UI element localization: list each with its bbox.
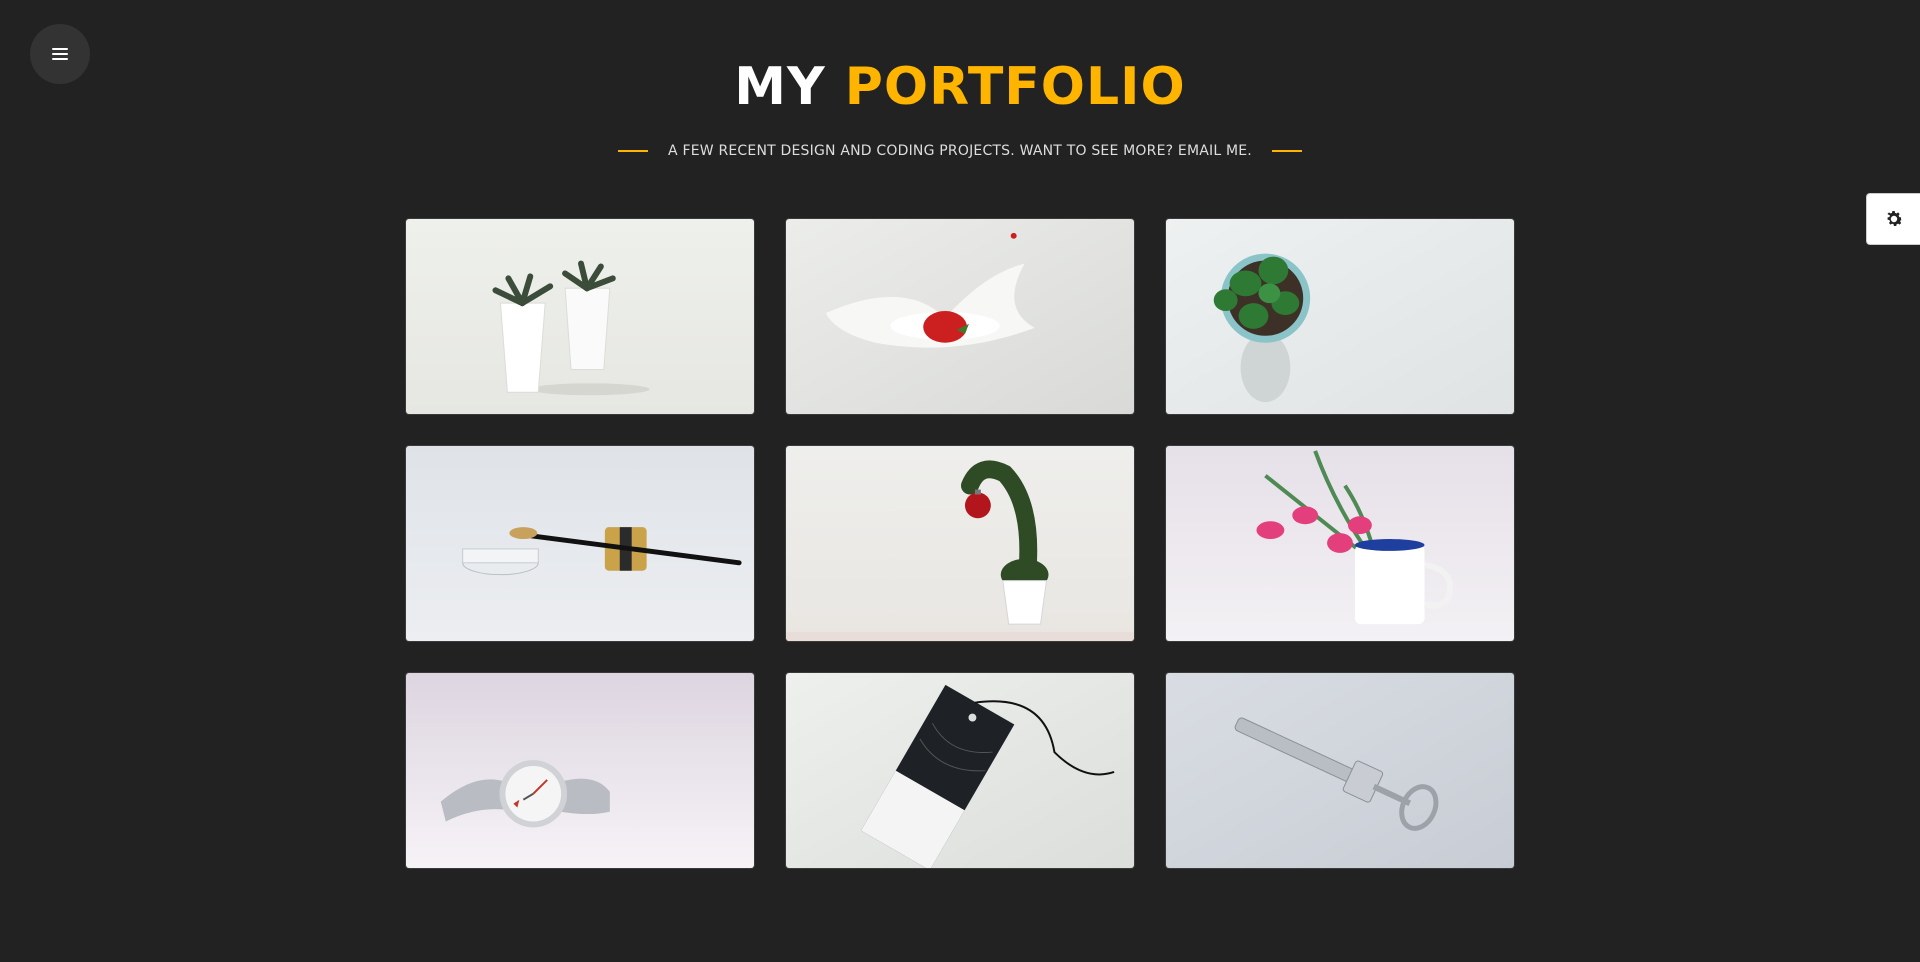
strawberry-image [786, 219, 1134, 414]
potted-plant-image [1166, 219, 1514, 414]
subtitle-divider-right [1271, 150, 1302, 152]
title-word-portfolio: PORTFOLIO [844, 57, 1186, 117]
subtitle: A FEW RECENT DESIGN AND CODING PROJECTS.… [0, 141, 1920, 161]
portfolio-item-topiary[interactable] [785, 445, 1135, 642]
subtitle-divider-left [618, 150, 649, 152]
portfolio-item-watch[interactable] [405, 672, 755, 869]
topiary-image [786, 446, 1134, 641]
portfolio-item-strawberry[interactable] [785, 218, 1135, 415]
portfolio-item-potted-plant[interactable] [1165, 218, 1515, 415]
portfolio-grid [405, 218, 1515, 869]
makeup-image [406, 446, 754, 641]
hang-tag-image [786, 673, 1134, 868]
portfolio-item-tulips[interactable] [1165, 445, 1515, 642]
portfolio-item-metal-tool[interactable] [1165, 672, 1515, 869]
portfolio-item-makeup[interactable] [405, 445, 755, 642]
portfolio-item-hang-tag[interactable] [785, 672, 1135, 869]
settings-button[interactable] [1866, 193, 1920, 245]
metal-tool-image [1166, 673, 1514, 868]
succulents-image [406, 219, 754, 414]
title-word-my: MY [734, 57, 826, 117]
page-title: MY PORTFOLIO [0, 55, 1920, 119]
portfolio-item-succulents[interactable] [405, 218, 755, 415]
watch-image [406, 673, 754, 868]
tulips-image [1166, 446, 1514, 641]
gear-icon [1886, 211, 1903, 227]
subtitle-text: A FEW RECENT DESIGN AND CODING PROJECTS.… [668, 143, 1252, 159]
